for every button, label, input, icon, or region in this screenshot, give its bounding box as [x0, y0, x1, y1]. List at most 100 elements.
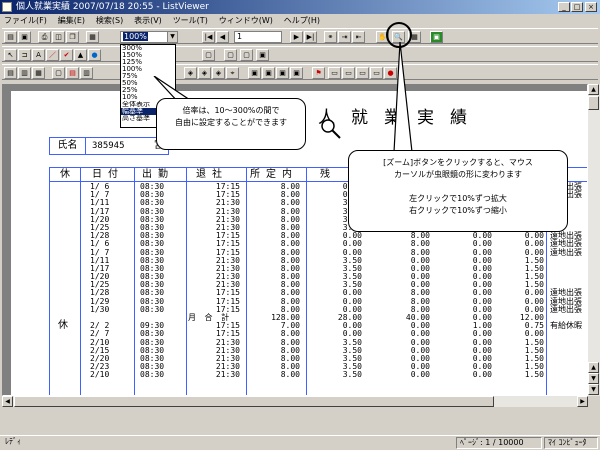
table-row: 1/29 08:30 17:15 8.00 0.00 8.00 0.00 0.00 遠地出張: [50, 297, 587, 306]
list-icon[interactable]: ▥: [80, 67, 93, 79]
shape4-icon[interactable]: ⌖: [226, 67, 239, 79]
app-icon: [2, 2, 12, 12]
zoom-option[interactable]: 100%: [121, 66, 175, 73]
table-row: 1/17 08:30 21:30 8.00 3.50 0.00 0.00 1.50: [50, 264, 587, 273]
open-icon[interactable]: ▤: [4, 31, 17, 43]
chevron-down-icon[interactable]: ▼: [167, 32, 177, 42]
table-row: 1/2508:3021:308.003.500.000.001.50: [50, 281, 587, 289]
pen-icon[interactable]: ／: [46, 49, 59, 61]
scroll-left-icon[interactable]: ◀: [2, 396, 13, 407]
frame2-icon[interactable]: ▣: [262, 67, 275, 79]
table-icon[interactable]: ▤: [66, 67, 79, 79]
page-down-icon[interactable]: ▼: [588, 373, 599, 384]
cell-wk: 8.00: [280, 370, 300, 380]
scroll-thumb[interactable]: [588, 96, 599, 110]
toolbar-draw: ↖ ⊐ A ／ ✔ ▲ ● ▢ ▢ ▢ ▣: [2, 46, 598, 62]
cell-ot2: 0.00: [410, 370, 430, 380]
menu-view[interactable]: 表示(V): [130, 14, 166, 28]
zoom-option[interactable]: 125%: [121, 59, 175, 66]
frame3-icon[interactable]: ▣: [276, 67, 289, 79]
doc2-icon[interactable]: ▢: [224, 49, 237, 61]
layout1-icon[interactable]: ▤: [4, 67, 17, 79]
stamp-icon[interactable]: ▲: [74, 49, 87, 61]
close-button[interactable]: ×: [585, 2, 597, 12]
col-regular: 所定内: [250, 169, 298, 180]
toolbar-main: ▤ ▣ ⎙ ◫ ❐ ▦ 100% ▼ |◀ ◀ 1 ▶ ▶| ⚭ ⇥ ⇤ ✋ 🔍…: [2, 28, 598, 44]
vertical-scrollbar[interactable]: ▲ ▲ ▼ ▼: [588, 84, 600, 396]
doc-icon[interactable]: ▢: [202, 49, 215, 61]
col-overtime: 残: [320, 169, 336, 180]
next-page-icon[interactable]: ▶: [290, 31, 303, 43]
menu-search[interactable]: 検索(S): [92, 14, 127, 28]
table-row: 2/20 08:30 21:30 8.00 3.50 0.00 0.00 1.50: [50, 354, 587, 363]
table-row: 1/11 08:30 21:30 8.00 3.50 0.00 0.00 1.50: [50, 256, 587, 265]
layout2-icon[interactable]: ▥: [18, 67, 31, 79]
text-icon[interactable]: A: [32, 49, 45, 61]
box1-icon[interactable]: ▭: [328, 67, 341, 79]
box2-icon[interactable]: ▭: [342, 67, 355, 79]
find-prev-icon[interactable]: ⇤: [352, 31, 365, 43]
print-icon[interactable]: ⎙: [38, 31, 51, 43]
window-title: 個人就業実績 2007/07/18 20:55 - ListViewer: [16, 2, 209, 12]
search-icon[interactable]: ⚭: [324, 31, 337, 43]
menu-window[interactable]: ウィンドウ(W): [215, 14, 277, 28]
menu-file[interactable]: ファイル(F): [0, 14, 51, 28]
table-row: 2/15 08:30 21:30 8.00 3.50 0.00 0.00 1.50: [50, 346, 587, 355]
zoom-value: 100%: [123, 32, 148, 41]
check-icon[interactable]: ✔: [60, 49, 73, 61]
layout4-icon[interactable]: ▢: [52, 67, 65, 79]
scroll-down-icon[interactable]: ▼: [588, 384, 599, 395]
maximize-button[interactable]: □: [571, 2, 583, 12]
magnifier-cursor-icon: [321, 119, 341, 139]
box3-icon[interactable]: ▭: [356, 67, 369, 79]
col-holiday: 休: [60, 169, 76, 180]
page-up-icon[interactable]: ▲: [588, 362, 599, 373]
frame1-icon[interactable]: ▣: [248, 67, 261, 79]
zoom-button-highlight: [386, 22, 412, 48]
zoom-option[interactable]: 300%: [121, 45, 175, 52]
table-row: 1/ 6 08:30 17:15 8.00 0.00 8.00 0.00 0.00 遠地出張: [50, 240, 587, 248]
exit-icon[interactable]: ▣: [430, 31, 443, 43]
menu-tools[interactable]: ツール(T): [169, 14, 212, 28]
employee-id: 385945: [92, 141, 125, 151]
toolbar-layout: ▤ ▥ ▦ ▢ ▤ ▥ ◈ ◈ ◈ ⌖ ▣ ▣ ▣ ▣ ⚑ ▭ ▭ ▭ ▭ ●: [2, 64, 598, 80]
horizontal-scrollbar[interactable]: ◀ ▶: [2, 396, 588, 407]
image-icon[interactable]: ▣: [256, 49, 269, 61]
last-page-icon[interactable]: ▶|: [304, 31, 317, 43]
title-bar: 個人就業実績 2007/07/18 20:55 - ListViewer _ □…: [0, 0, 600, 14]
zoom-option[interactable]: 150%: [121, 52, 175, 59]
save-icon[interactable]: ▣: [18, 31, 31, 43]
prev-page-icon[interactable]: ◀: [216, 31, 229, 43]
zoom-select[interactable]: 100% ▼: [120, 31, 178, 43]
first-page-icon[interactable]: |◀: [202, 31, 215, 43]
pointer-icon[interactable]: ↖: [4, 49, 17, 61]
find-next-icon[interactable]: ⇥: [338, 31, 351, 43]
shape3-icon[interactable]: ◈: [212, 67, 225, 79]
zoom-range-callout: 倍率は、10～300%の間で 自由に設定することができます: [156, 98, 306, 150]
frame4-icon[interactable]: ▣: [290, 67, 303, 79]
table-row: 2/23 08:30 21:30 8.00 3.50 0.00 0.00 1.50: [50, 362, 587, 371]
table-row: 1/ 7 08:30 17:15 8.00 0.00 8.00 0.00 0.00 遠地出張: [50, 247, 587, 257]
copy-icon[interactable]: ❐: [66, 31, 79, 43]
menu-edit[interactable]: 編集(E): [54, 14, 89, 28]
name-box: 氏名 385945 宮: [49, 137, 169, 155]
h-scroll-thumb[interactable]: [14, 396, 494, 407]
page-number-input[interactable]: 1: [234, 31, 282, 43]
select-icon[interactable]: ⊐: [18, 49, 31, 61]
cell-note: 遠地出張: [550, 247, 582, 257]
preview-icon[interactable]: ◫: [52, 31, 65, 43]
layout3-icon[interactable]: ▦: [32, 67, 45, 79]
menu-help[interactable]: ヘルプ(H): [280, 14, 324, 28]
globe-icon[interactable]: ●: [88, 49, 101, 61]
scroll-right-icon[interactable]: ▶: [577, 396, 588, 407]
flag-icon[interactable]: ⚑: [312, 67, 325, 79]
table-row: 1/30 08:30 17:15 8.00 0.00 8.00 0.00 0.00 遠地出張: [50, 305, 587, 314]
cell-ot3: 0.00: [472, 370, 492, 380]
minimize-button[interactable]: _: [558, 2, 570, 12]
doc3-icon[interactable]: ▢: [240, 49, 253, 61]
cell-note: 有給休暇: [550, 321, 582, 331]
scroll-up-icon[interactable]: ▲: [588, 84, 599, 95]
status-bar: ﾚﾃﾞｨ ﾍﾟｰｼﾞ: 1 / 10000 ﾏｲ ｺﾝﾋﾟｭｰﾀ: [0, 435, 600, 450]
callout-pointer: [393, 42, 413, 153]
paste-icon[interactable]: ▦: [86, 31, 99, 43]
